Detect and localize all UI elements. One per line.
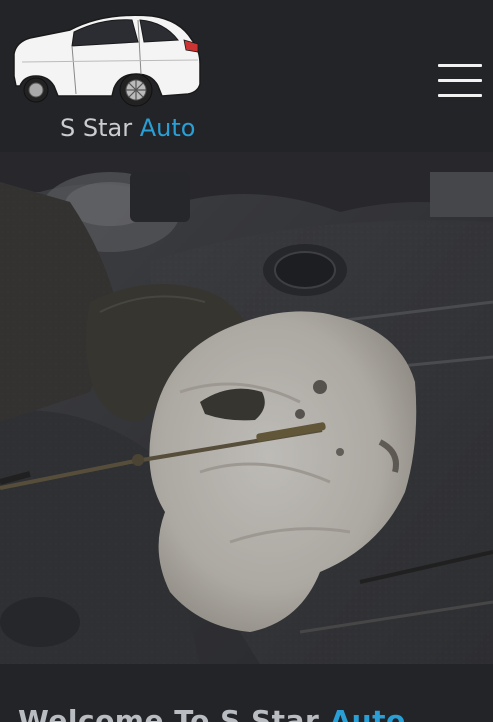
welcome-heading-prefix: Welcome To S Star [18,703,320,722]
hero-image [0,152,493,664]
menu-bar-middle [438,79,482,82]
brand-logo-link[interactable]: S Star Auto [12,6,212,146]
brand-name: S Star Auto [60,114,195,142]
page: S Star Auto Welcome To S Star Auto [0,0,493,722]
brand-name-accent: Auto [139,114,196,142]
car-logo-icon [13,14,201,107]
menu-bar-bottom [438,94,482,97]
site-header: S Star Auto [0,0,493,152]
hamburger-menu-icon[interactable] [438,62,482,100]
welcome-heading-accent: Auto [329,703,406,722]
brand-name-primary: S Star [60,114,133,142]
welcome-heading: Welcome To S Star Auto [18,703,406,722]
menu-bar-top [438,64,482,67]
engine-service-photo [0,152,493,664]
